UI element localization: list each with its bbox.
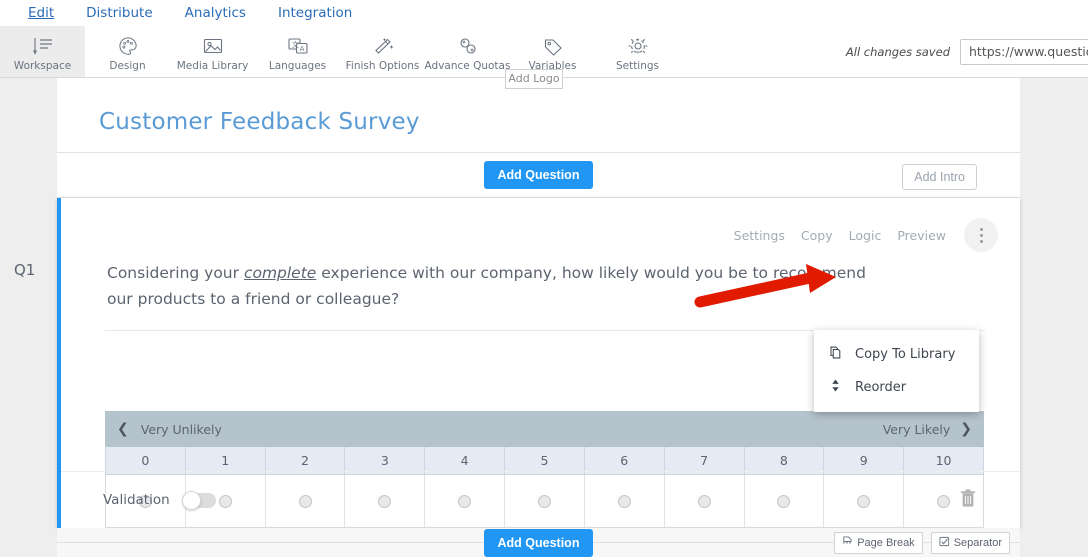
toolbar-item-design[interactable]: Design [85,26,170,77]
toolbar-label-media-library: Media Library [176,59,249,72]
add-question-button-top[interactable]: Add Question [483,161,594,189]
question-text[interactable]: Considering your complete experience wit… [107,260,867,312]
delete-question-button[interactable] [960,488,976,512]
workspace-icon [31,34,55,58]
survey-url-input[interactable]: https://www.question [960,38,1088,65]
separator-label: Separator [953,537,1002,549]
separator-icon [939,536,950,550]
toggle-knob [181,490,201,510]
question-number-label: Q1 [14,261,36,279]
left-gutter [0,78,57,557]
nps-right-label: Very Likely [882,421,951,437]
nps-number-cell: 0 [106,447,186,474]
toolbar-label-settings: Settings [615,59,660,72]
nav-item-integration[interactable]: Integration [262,0,368,26]
question-text-emphasis: complete [243,264,317,282]
chevron-left-icon[interactable]: ❮ [117,421,129,437]
survey-builder-app: Edit Distribute Analytics Integration Wo… [0,0,1088,557]
nps-number-cell: 9 [824,447,905,474]
save-status-text: All changes saved [845,44,950,59]
question-more-menu-button[interactable] [964,218,998,252]
nps-left-label: Very Unlikely [140,421,222,437]
add-question-button-bottom[interactable]: Add Question [483,528,594,557]
palette-icon [116,34,140,58]
up-down-arrows-icon [828,378,843,397]
page-break-label: Page Break [857,537,915,549]
toolbar-item-settings[interactable]: Settings [595,26,680,77]
separator-button[interactable]: Separator [930,532,1010,554]
question-copy-action[interactable]: Copy [801,228,833,243]
validation-row: Validation [61,471,1020,528]
toolbar-label-finish-options: Finish Options [345,59,420,72]
add-question-strip-bottom: Add Question Page Break Separator [57,528,1020,557]
page-break-button[interactable]: Page Break [834,532,923,554]
nav-item-edit[interactable]: Edit [12,0,70,26]
nps-number-cell: 1 [186,447,266,474]
nps-number-cell: 7 [665,447,745,474]
validation-toggle[interactable] [181,490,216,510]
toolbar-label-advance-quotas: Advance Quotas [424,59,511,72]
question-settings-action[interactable]: Settings [734,228,785,243]
toolbar-item-workspace[interactable]: Workspace [0,26,85,77]
nps-number-cell: 5 [505,447,585,474]
toolbar-label-workspace: Workspace [13,59,72,72]
question-text-part1: Considering your [107,264,244,282]
nps-scale-header: ❮ Very Unlikely Very Likely ❯ [105,411,984,447]
menu-item-reorder-label: Reorder [855,380,907,395]
toolbar-item-advance-quotas[interactable]: Advance Quotas [425,26,510,77]
kebab-dot [979,233,983,237]
add-question-strip-top: Add Question Add Intro [57,153,1020,198]
nav-item-analytics[interactable]: Analytics [169,0,262,26]
toolbar-right-group: All changes saved https://www.question [846,26,1088,77]
nps-number-cell: 2 [266,447,346,474]
question-context-menu: Copy To Library Reorder [814,330,979,412]
svg-text:A: A [299,45,304,53]
gear-icon [626,34,650,58]
question-preview-action[interactable]: Preview [897,228,946,243]
toolbar-label-languages: Languages [268,59,327,72]
menu-item-copy-to-library-label: Copy To Library [855,347,956,362]
menu-item-copy-to-library[interactable]: Copy To Library [814,338,979,371]
menu-item-reorder[interactable]: Reorder [814,371,979,404]
nps-number-cell: 10 [935,453,952,468]
nps-number-cell: 4 [425,447,506,474]
primary-nav: Edit Distribute Analytics Integration [0,0,1088,26]
link-chain-icon [456,34,480,58]
image-icon [201,34,225,58]
add-intro-button[interactable]: Add Intro [902,164,977,190]
chevron-right-icon[interactable]: ❯ [960,421,972,437]
toolbar-item-finish-options[interactable]: Finish Options [340,26,425,77]
page-break-icon [842,536,853,550]
kebab-dot [979,227,983,231]
kebab-dot [979,239,983,243]
question-logic-action[interactable]: Logic [849,228,882,243]
survey-title[interactable]: Customer Feedback Survey [99,109,420,135]
question-actions: Settings Copy Logic Preview [734,218,998,252]
toolbar-item-languages[interactable]: 文A Languages [255,26,340,77]
bottom-insert-buttons: Page Break Separator [834,532,1010,554]
right-gutter [1020,78,1088,557]
translate-icon: 文A [286,34,310,58]
svg-text:文: 文 [292,40,299,49]
toolbar-label-design: Design [109,59,146,72]
add-logo-button[interactable]: Add Logo [505,69,563,89]
builder-body: Q1 Add Logo Customer Feedback Survey Add… [0,69,1088,557]
nps-number-cell: 6 [585,447,665,474]
nav-item-distribute[interactable]: Distribute [70,0,169,26]
survey-header-card: Add Logo Customer Feedback Survey [57,69,1020,153]
nps-number-cell: 8 [745,447,825,474]
toolbar-item-media-library[interactable]: Media Library [170,26,255,77]
nps-number-cell: 3 [345,447,426,474]
magic-wand-icon [371,34,395,58]
validation-label: Validation [103,492,170,508]
copy-pages-icon [828,345,843,364]
tag-icon [541,34,565,58]
